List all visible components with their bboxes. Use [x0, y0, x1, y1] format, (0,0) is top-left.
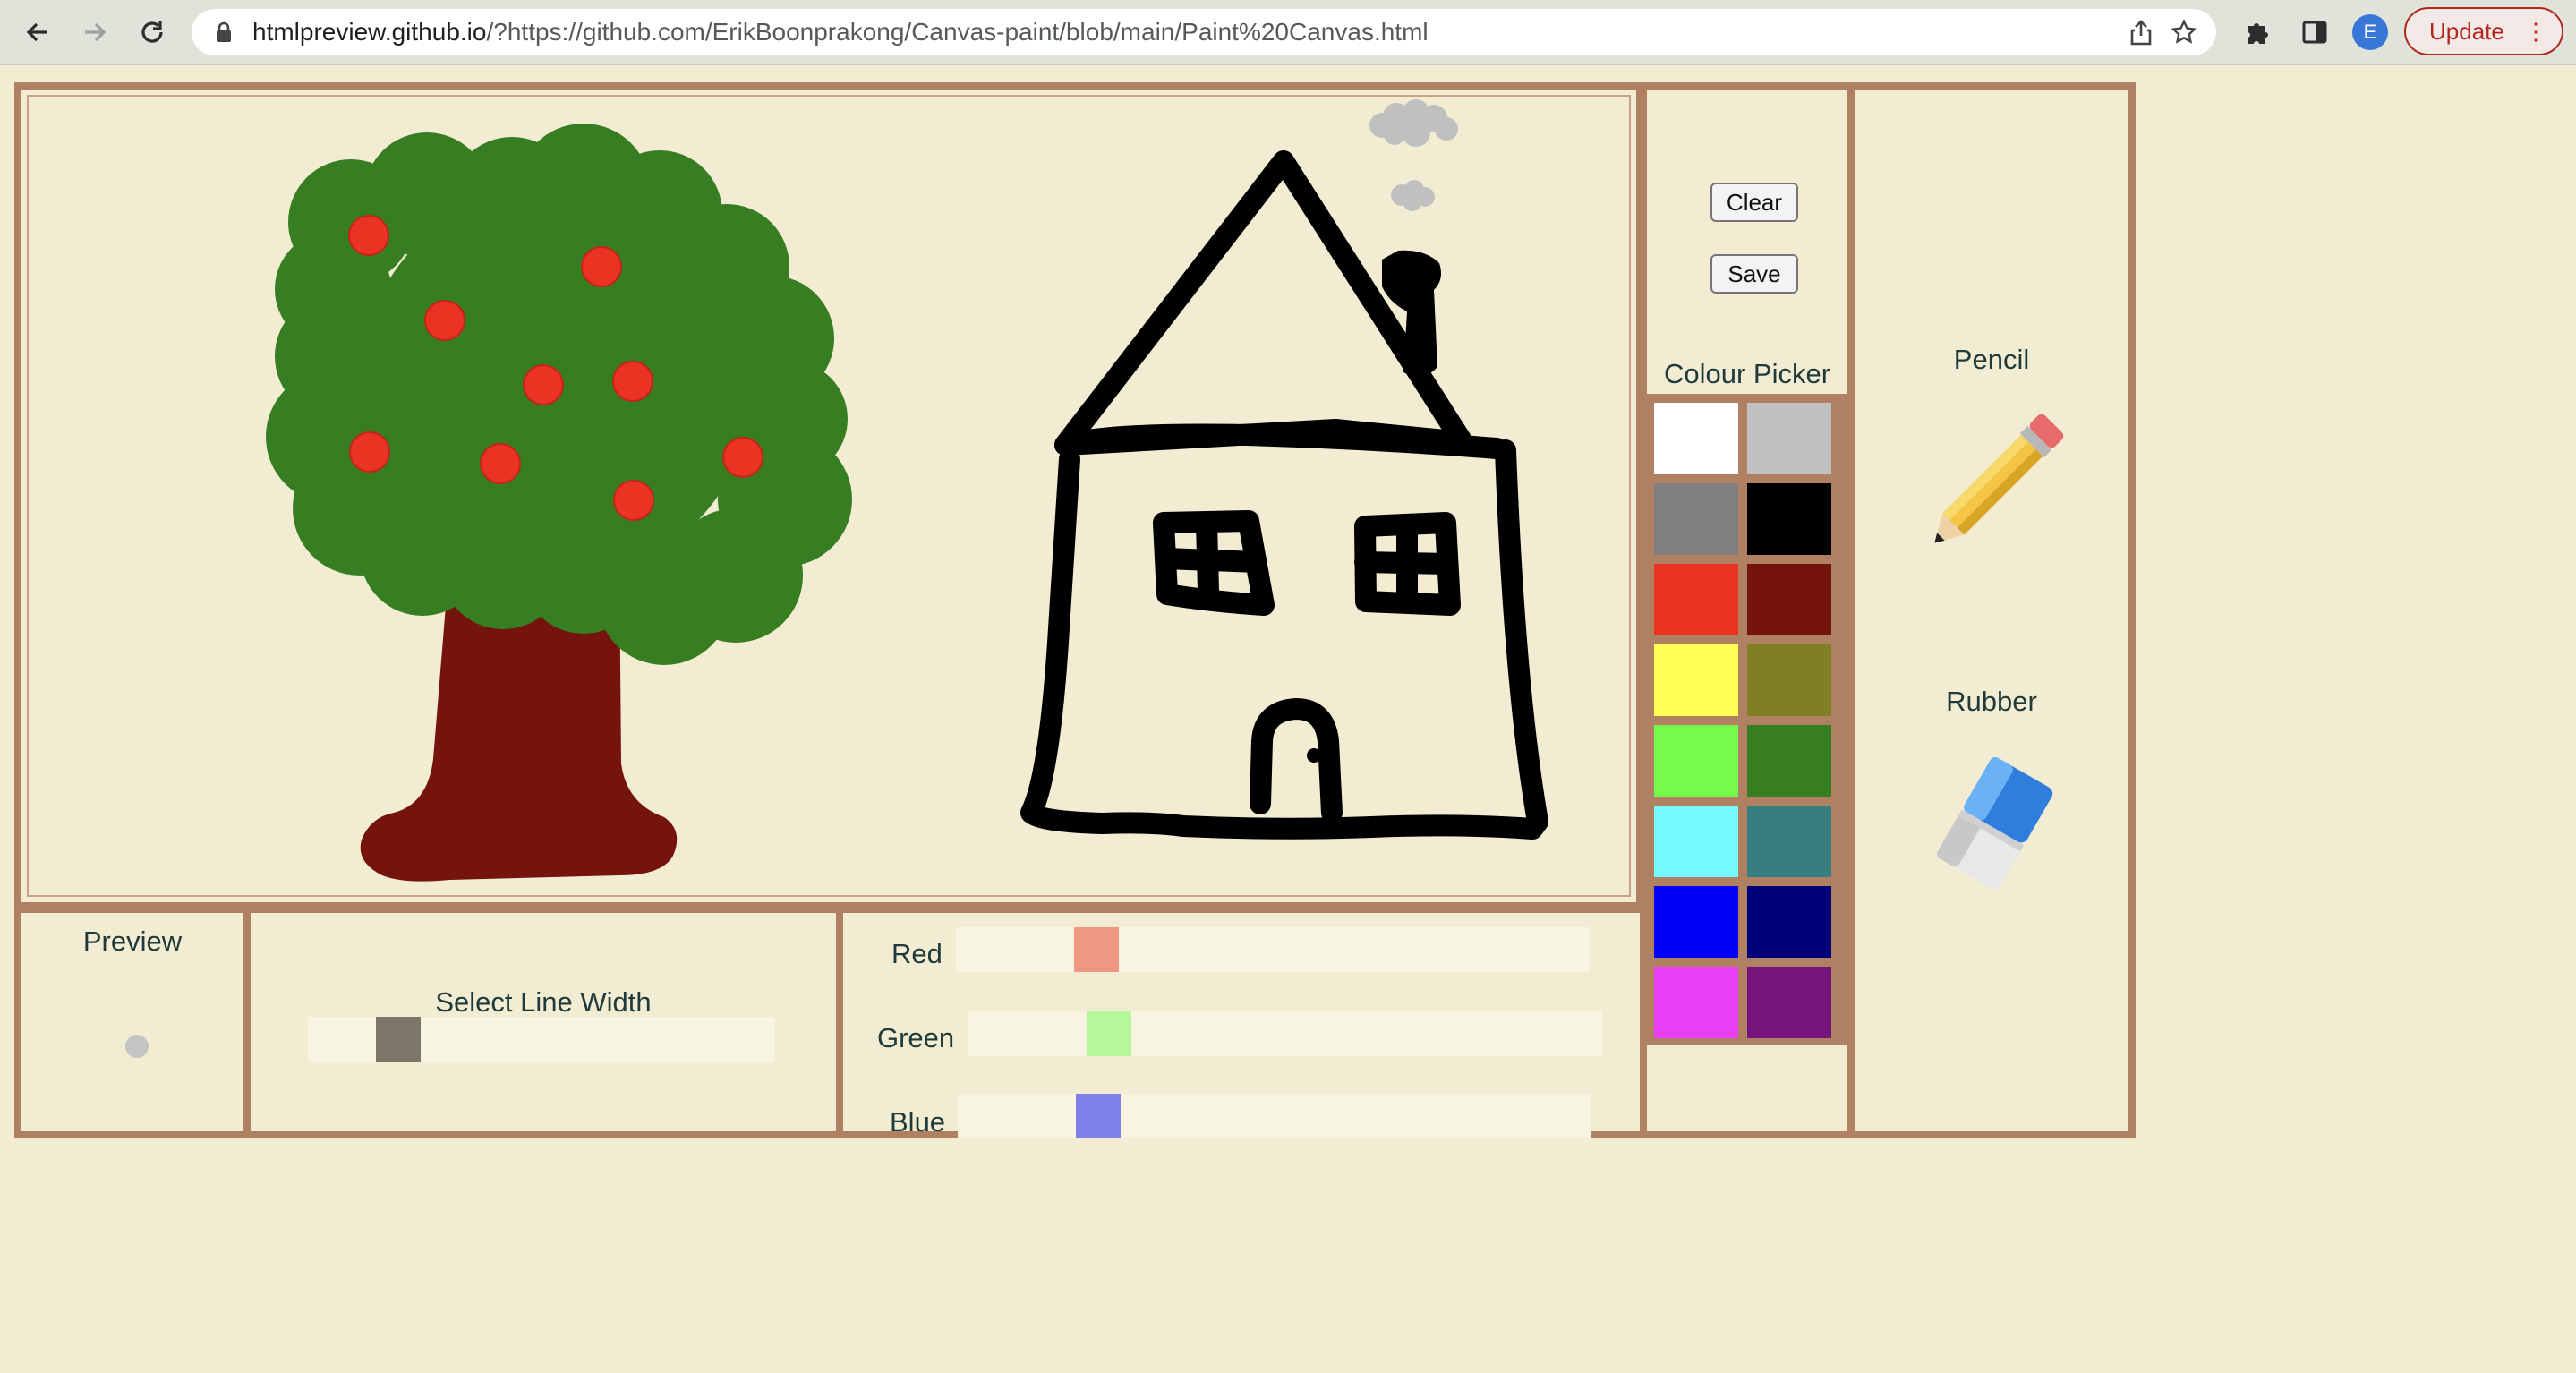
blue-label: Blue — [890, 1106, 946, 1138]
colour-swatch[interactable] — [1654, 967, 1738, 1038]
controls-panel: Clear Save Colour Picker — [1640, 82, 1855, 1138]
house — [1020, 150, 1548, 840]
colour-picker-title: Colour Picker — [1663, 358, 1831, 389]
line-width-panel: Select Line Width — [243, 906, 843, 1138]
colour-swatch[interactable] — [1747, 806, 1831, 877]
line-width-slider[interactable] — [308, 1017, 775, 1062]
red-label: Red — [891, 938, 943, 969]
save-button[interactable]: Save — [1710, 254, 1798, 294]
colour-swatch[interactable] — [1654, 886, 1738, 958]
back-button[interactable] — [18, 13, 57, 52]
colour-swatch[interactable] — [1654, 806, 1738, 877]
side-panel-icon[interactable] — [2297, 14, 2333, 50]
colour-swatch[interactable] — [1747, 403, 1831, 474]
blue-slider[interactable] — [958, 1094, 1591, 1138]
colour-swatch[interactable] — [1654, 644, 1738, 716]
share-icon[interactable] — [2127, 18, 2155, 47]
colour-swatch[interactable] — [1747, 564, 1831, 635]
line-width-slider-thumb[interactable] — [376, 1017, 421, 1062]
url-path: /?https://github.com/ErikBoonprakong/Can… — [486, 18, 1429, 46]
clear-button[interactable]: Clear — [1710, 183, 1798, 222]
pencil-tool[interactable] — [1926, 399, 2078, 556]
colour-swatch[interactable] — [1747, 886, 1831, 958]
colour-swatch[interactable] — [1654, 483, 1738, 555]
colour-swatch[interactable] — [1747, 644, 1831, 716]
green-slider[interactable] — [968, 1011, 1602, 1056]
rgb-sliders-panel: Red Green Blue — [836, 906, 1647, 1138]
browser-toolbar: htmlpreview.github.io/?https://github.co… — [0, 0, 2576, 65]
preview-label: Preview — [82, 925, 183, 957]
chimney-smoke — [1369, 99, 1458, 211]
canvas-drawing — [266, 99, 1548, 882]
rubber-tool[interactable] — [1928, 743, 2062, 908]
colour-swatch[interactable] — [1747, 967, 1831, 1038]
forward-button[interactable] — [75, 13, 115, 52]
reload-button[interactable] — [132, 13, 172, 52]
drawing-canvas[interactable] — [27, 95, 1631, 897]
green-slider-thumb[interactable] — [1087, 1011, 1131, 1056]
door-knob — [1307, 748, 1321, 763]
brush-preview-dot — [125, 1035, 149, 1058]
colour-swatch[interactable] — [1747, 725, 1831, 797]
url-text: htmlpreview.github.io/?https://github.co… — [252, 9, 1429, 55]
colour-swatch[interactable] — [1654, 403, 1738, 474]
line-width-label: Select Line Width — [435, 986, 652, 1018]
eraser-icon — [1937, 756, 2053, 891]
colour-swatch[interactable] — [1654, 564, 1738, 635]
tools-panel: Pencil Rubber — [1847, 82, 2136, 1138]
extensions-puzzle-icon[interactable] — [2239, 14, 2275, 50]
update-label: Update — [2429, 18, 2504, 45]
bookmark-star-icon[interactable] — [2170, 18, 2198, 47]
blue-slider-thumb[interactable] — [1076, 1094, 1121, 1138]
more-vertical-icon[interactable]: ⋮ — [2524, 9, 2547, 54]
reload-icon — [141, 21, 163, 43]
red-slider-thumb[interactable] — [1074, 927, 1119, 972]
pencil-icon — [1934, 414, 2064, 543]
address-bar[interactable]: htmlpreview.github.io/?https://github.co… — [192, 9, 2216, 55]
forward-arrow-icon — [85, 22, 107, 42]
green-label: Green — [877, 1022, 955, 1053]
drawing-canvas-frame — [14, 82, 1643, 909]
colour-palette — [1647, 394, 1847, 1045]
back-arrow-icon — [26, 22, 47, 42]
preview-panel: Preview — [14, 906, 251, 1138]
lock-icon — [209, 18, 238, 47]
profile-avatar[interactable]: E — [2352, 14, 2388, 50]
red-slider[interactable] — [956, 927, 1590, 972]
rubber-label: Rubber — [1946, 686, 2037, 717]
colour-swatch[interactable] — [1654, 725, 1738, 797]
colour-swatch[interactable] — [1747, 483, 1831, 555]
update-button[interactable]: Update ⋮ — [2404, 7, 2563, 55]
pencil-label: Pencil — [1953, 344, 2030, 375]
url-host: htmlpreview.github.io — [252, 18, 487, 46]
